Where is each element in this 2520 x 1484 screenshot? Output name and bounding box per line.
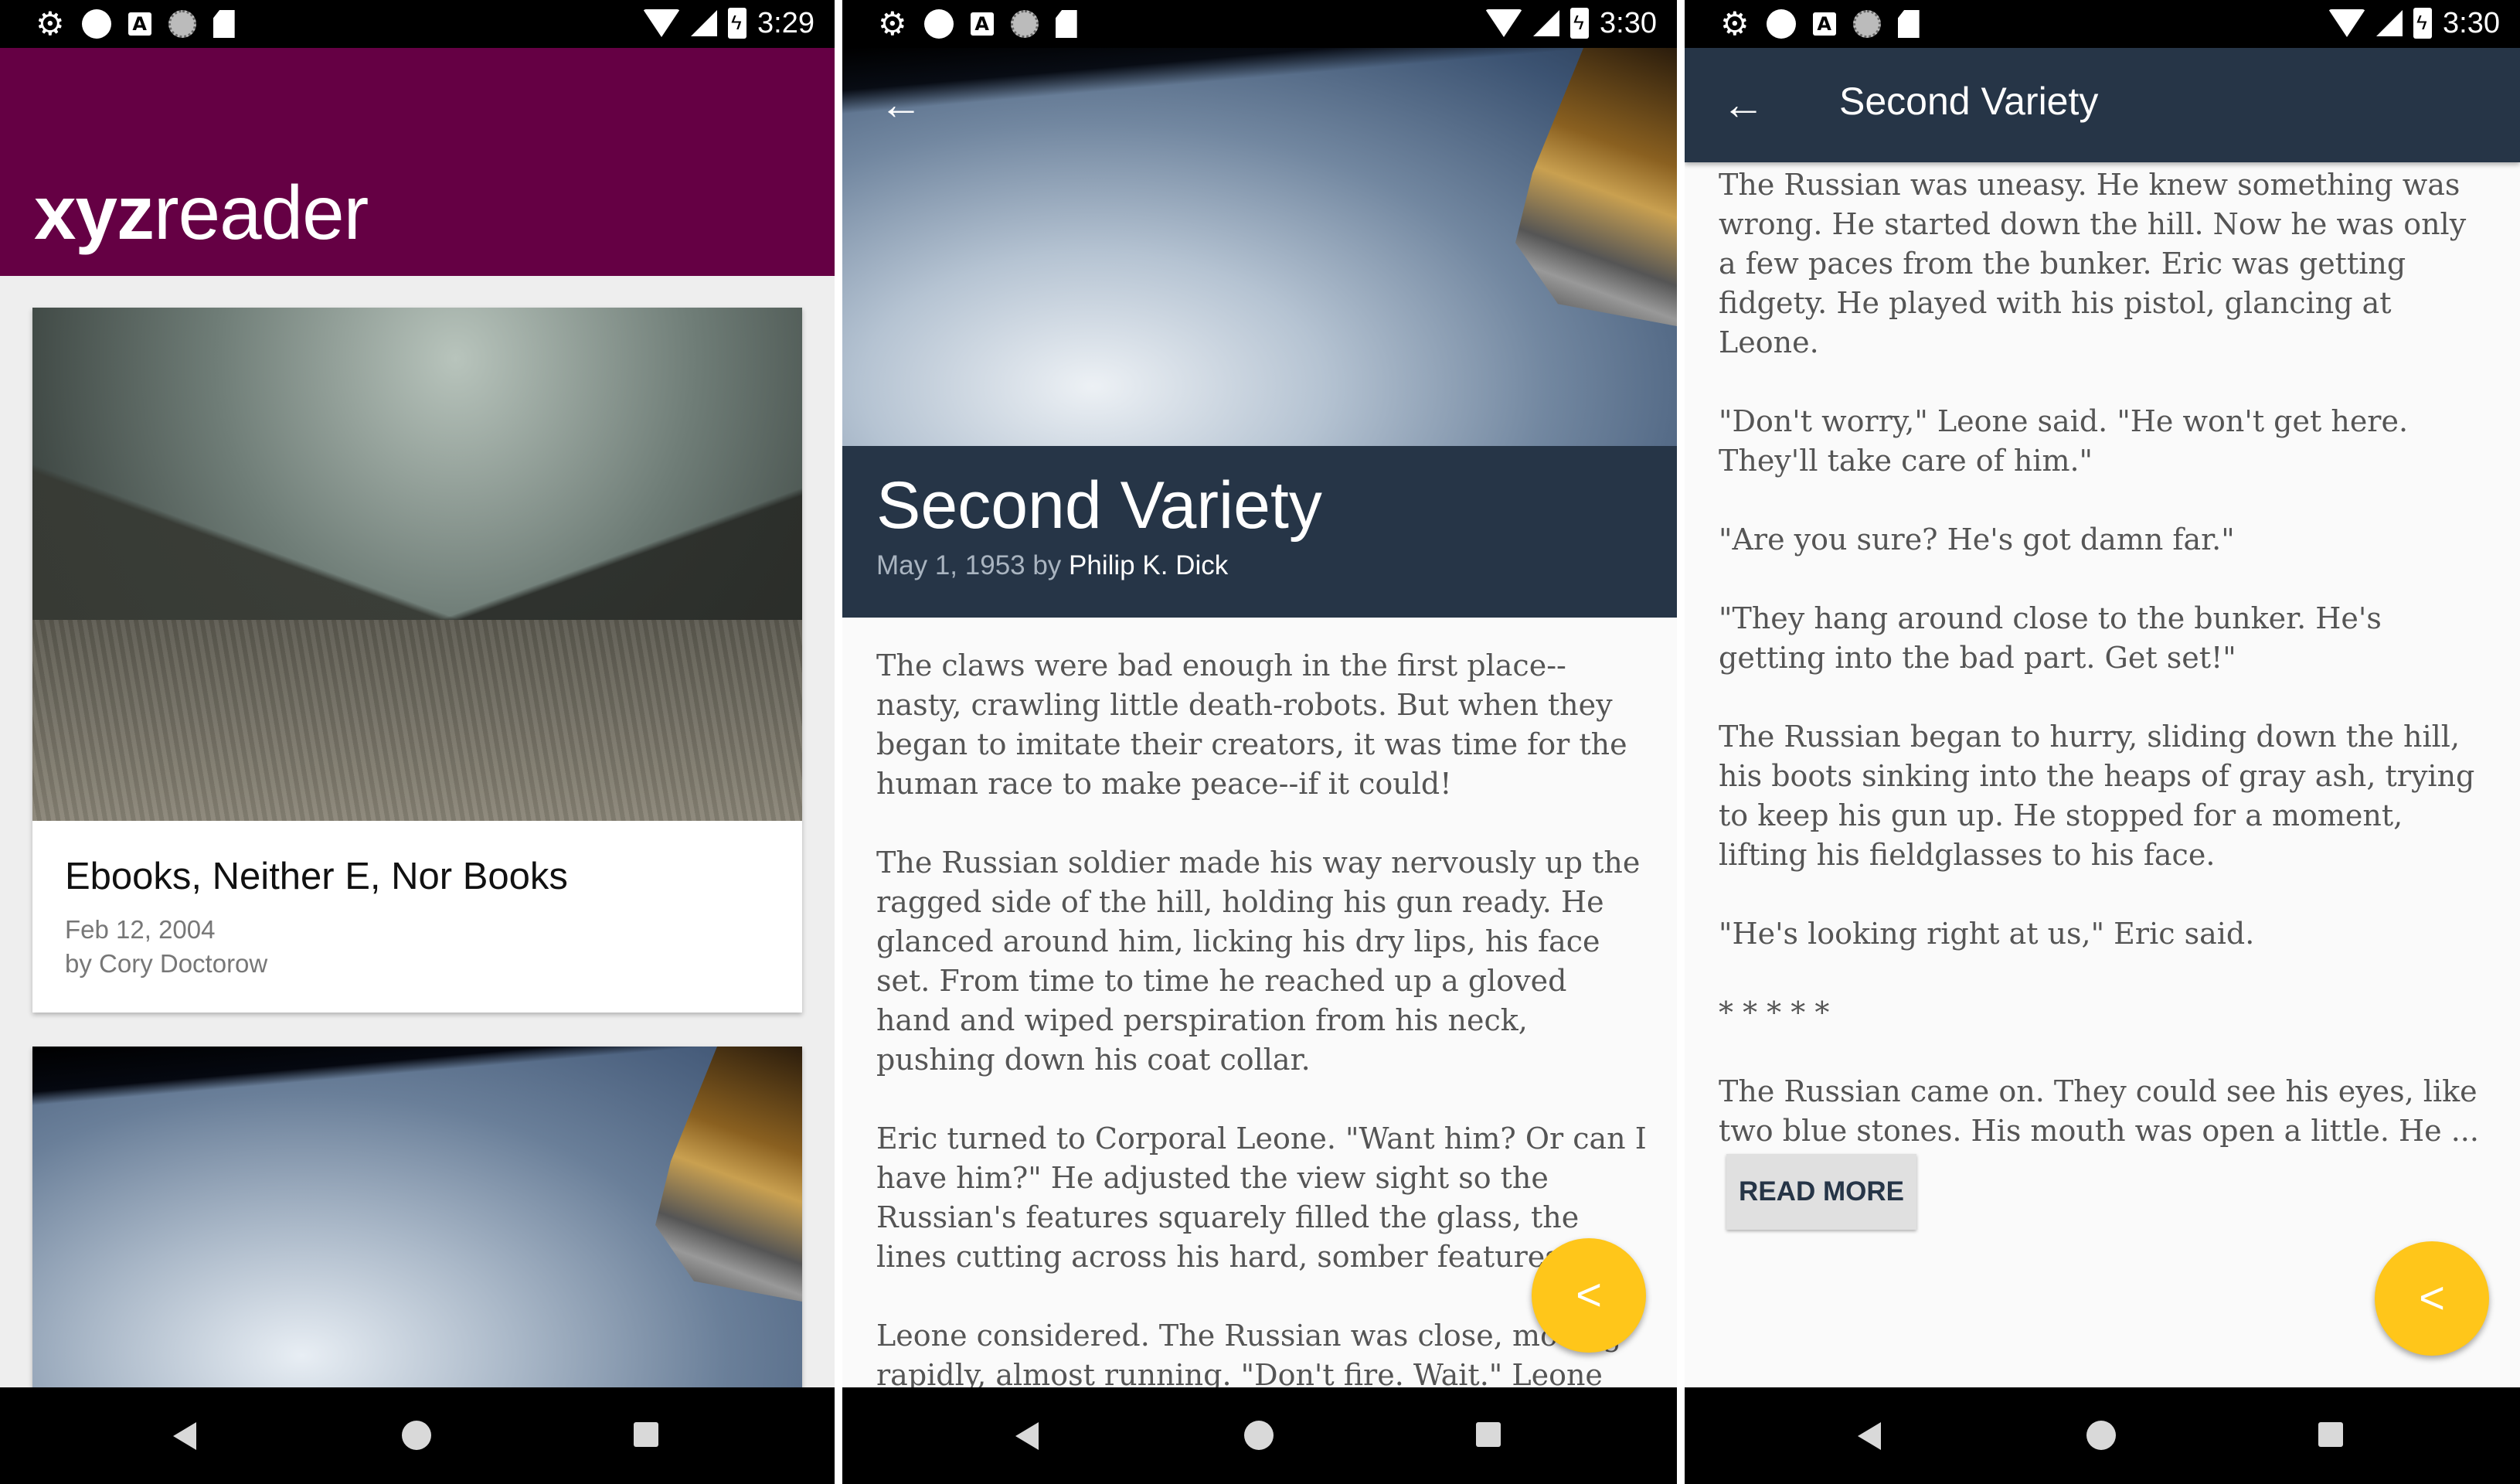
article-paragraph: The claws were bad enough in the first p… xyxy=(876,648,1627,801)
arrow-left-icon[interactable]: ← xyxy=(879,81,923,128)
navigation-bar xyxy=(1685,1387,2520,1484)
article-list-screen: ⚙ A 3:29 xyzreader Ebooks, Neither E, No… xyxy=(0,0,835,1484)
article-paragraph: The Russian soldier made his way nervous… xyxy=(876,846,1641,1077)
notification-circle-icon xyxy=(923,9,954,39)
app-a-icon: A xyxy=(128,12,151,36)
battery-charging-icon xyxy=(728,8,747,39)
dotted-circle-icon xyxy=(168,10,196,38)
notification-circle-icon xyxy=(1766,9,1796,39)
article-thumbnail xyxy=(32,1047,802,1433)
sd-card-icon xyxy=(1897,10,1920,38)
share-icon: < xyxy=(2419,1273,2445,1323)
app-a-icon: A xyxy=(1812,12,1836,36)
logo-rest: reader xyxy=(154,170,369,255)
wifi-icon xyxy=(643,9,681,37)
article-hero-image xyxy=(842,48,1677,446)
section-break: * * * * * xyxy=(1719,996,1830,1030)
space-station-graphic xyxy=(1515,48,1677,326)
signal-icon xyxy=(691,10,718,36)
article-body: The Russian was uneasy. He knew somethin… xyxy=(1719,165,2491,1190)
sd-card-icon xyxy=(1055,10,1077,38)
article-paragraph: "Don't worry," Leone said. "He won't get… xyxy=(1719,404,2409,478)
article-byline: May 1, 1953 by Philip K. Dick xyxy=(876,550,1228,581)
share-icon: < xyxy=(1576,1270,1602,1320)
article-paragraph: The Russian came on. They could see his … xyxy=(1719,1074,2479,1148)
signal-icon xyxy=(1533,10,1560,36)
notification-circle-icon xyxy=(81,9,111,39)
battery-charging-icon xyxy=(1570,8,1590,39)
nav-home-icon[interactable] xyxy=(2086,1421,2116,1450)
nav-recents-icon[interactable] xyxy=(2318,1422,2343,1447)
signal-icon xyxy=(2376,10,2403,36)
arrow-left-icon[interactable]: ← xyxy=(1722,81,1765,128)
article-scrolled-screen: ⚙ A 3:30 ← Second Variety The Russian wa… xyxy=(1685,0,2520,1484)
article-date: May 1, 1953 by xyxy=(876,550,1070,580)
space-station-graphic xyxy=(655,1047,802,1302)
status-bar: ⚙ A 3:29 xyxy=(0,0,835,48)
article-title: Ebooks, Neither E, Nor Books xyxy=(65,856,568,897)
article-paragraph: The Russian was uneasy. He knew somethin… xyxy=(1719,168,2467,359)
settings-icon: ⚙ xyxy=(1720,5,1750,42)
article-card[interactable] xyxy=(32,1047,802,1433)
article-paragraph: "He's looking right at us," Eric said. xyxy=(1719,917,2255,951)
sd-card-icon xyxy=(213,10,235,38)
nav-home-icon[interactable] xyxy=(402,1421,431,1450)
logo-bold: xyz xyxy=(34,170,155,255)
article-paragraph: The Russian began to hurry, sliding down… xyxy=(1719,720,2475,872)
nav-back-icon[interactable] xyxy=(1015,1422,1039,1450)
settings-icon: ⚙ xyxy=(878,5,907,42)
share-button[interactable]: < xyxy=(2375,1241,2489,1356)
article-thumbnail xyxy=(32,308,802,821)
toolbar xyxy=(1685,48,2520,162)
status-bar: ⚙ A 3:30 xyxy=(1685,0,2520,48)
article-paragraph: "Are you sure? He's got damn far." xyxy=(1719,522,2235,556)
navigation-bar xyxy=(842,1387,1677,1484)
article-detail-screen: ⚙ A 3:30 ← Second Variety May 1, 1953 by… xyxy=(842,0,1677,1484)
settings-icon: ⚙ xyxy=(36,5,65,42)
article-title: Second Variety xyxy=(876,468,1322,543)
article-date: Feb 12, 2004 xyxy=(65,915,216,944)
app-logo: xyzreader xyxy=(34,174,369,251)
article-paragraph: "They hang around close to the bunker. H… xyxy=(1719,601,2382,675)
app-a-icon: A xyxy=(970,12,994,36)
nav-recents-icon[interactable] xyxy=(634,1422,658,1447)
share-button[interactable]: < xyxy=(1532,1238,1646,1353)
dotted-circle-icon xyxy=(1852,10,1881,38)
toolbar-title: Second Variety xyxy=(1839,80,2099,123)
nav-recents-icon[interactable] xyxy=(1476,1422,1501,1447)
status-bar: ⚙ A 3:30 xyxy=(842,0,1677,48)
read-more-button[interactable]: READ MORE xyxy=(1726,1154,1916,1230)
article-card[interactable]: Ebooks, Neither E, Nor Books Feb 12, 200… xyxy=(32,308,802,1013)
nav-home-icon[interactable] xyxy=(1244,1421,1274,1450)
battery-charging-icon xyxy=(2413,8,2433,39)
wifi-icon xyxy=(1485,9,1523,37)
navigation-bar xyxy=(0,1387,835,1484)
nav-back-icon[interactable] xyxy=(1858,1422,1881,1450)
dotted-circle-icon xyxy=(1010,10,1039,38)
article-author: by Cory Doctorow xyxy=(65,949,268,978)
article-author: Philip K. Dick xyxy=(1069,550,1229,580)
status-time: 3:29 xyxy=(757,6,814,39)
wifi-icon xyxy=(2328,9,2366,37)
status-time: 3:30 xyxy=(2443,6,2500,39)
nav-back-icon[interactable] xyxy=(173,1422,196,1450)
status-time: 3:30 xyxy=(1600,6,1657,39)
